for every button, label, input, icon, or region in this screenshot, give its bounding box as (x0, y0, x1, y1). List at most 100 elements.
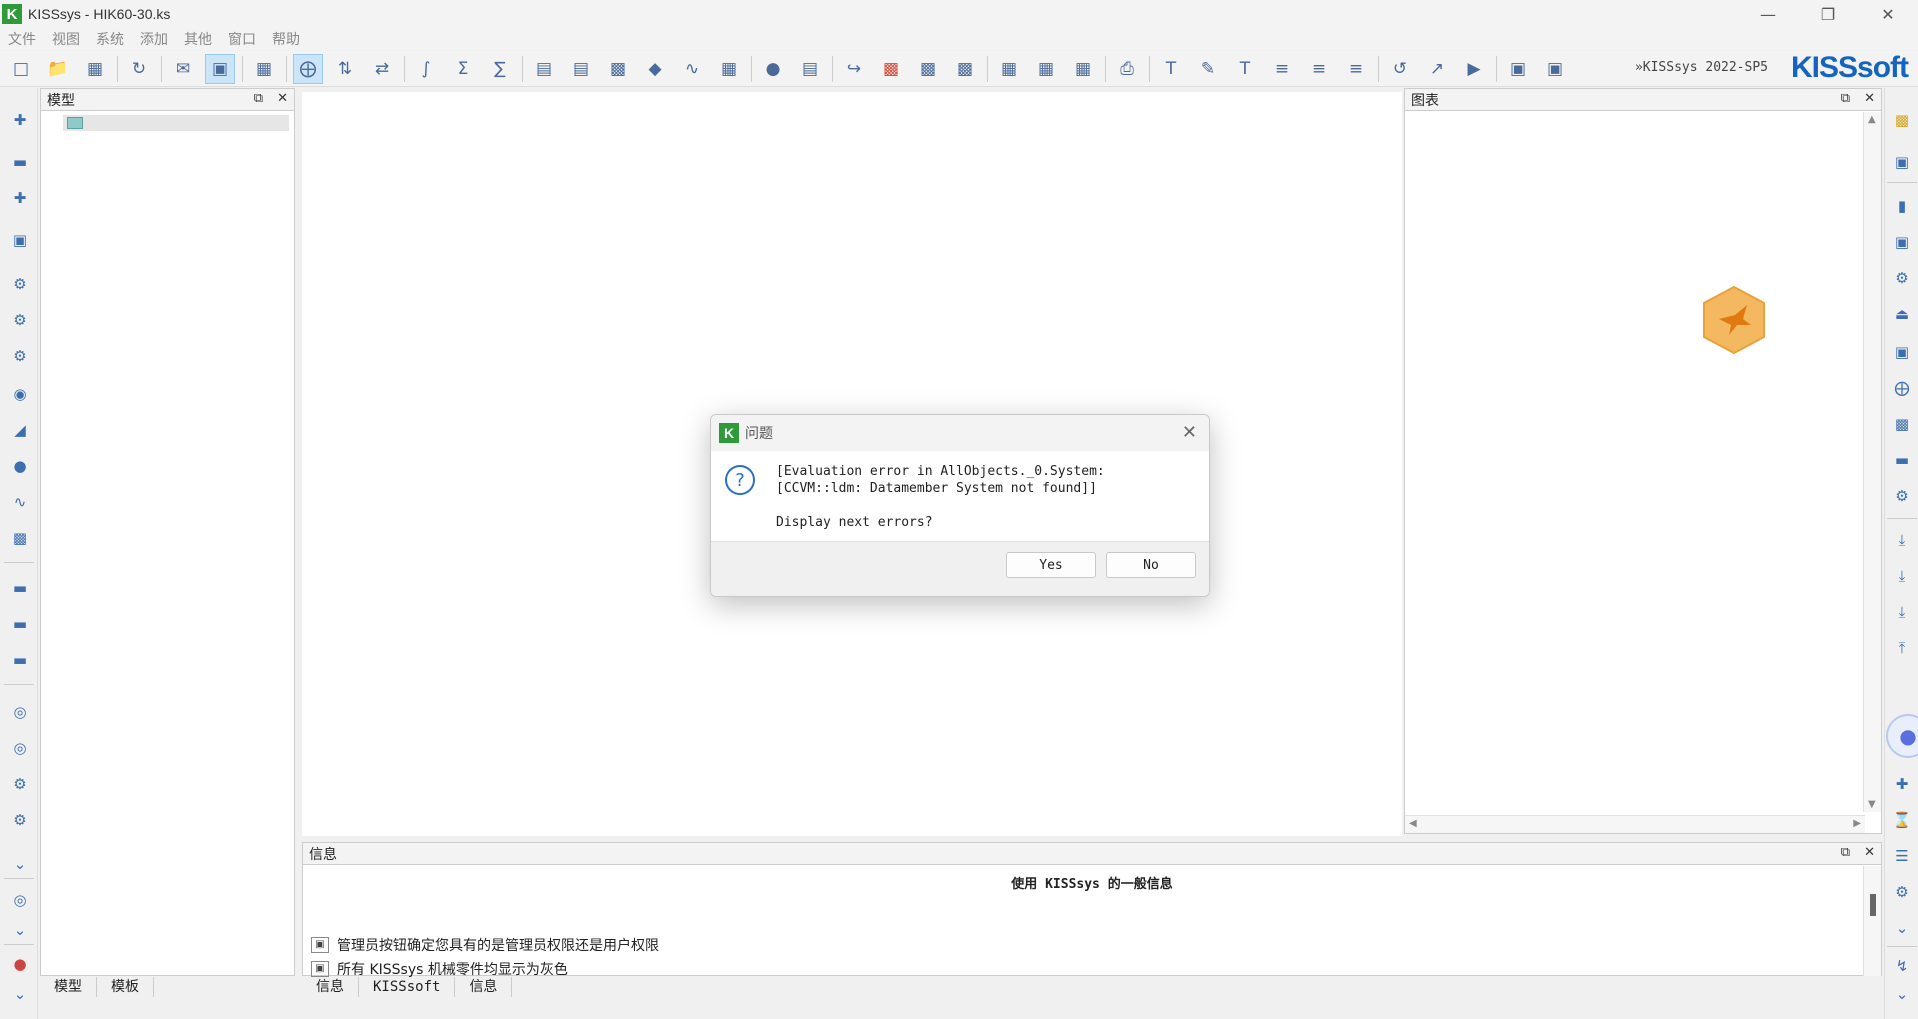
globe-icon[interactable]: ◉ (10, 384, 30, 404)
chart-sum-icon[interactable]: ▤ (566, 54, 596, 84)
maximize-button[interactable]: ❐ (1798, 0, 1858, 28)
clutch-icon[interactable]: ● (10, 456, 30, 476)
shaft-icon[interactable]: ▬ (10, 152, 30, 172)
expand-more-2-icon[interactable]: ⌄ (10, 920, 30, 940)
floating-assistant-button[interactable]: ● (1886, 714, 1918, 758)
link-icon[interactable]: ⇄ (367, 54, 397, 84)
tab-info[interactable]: 信息 (302, 977, 359, 997)
settings-gear-icon[interactable]: ⚙ (10, 774, 30, 794)
open-folder-icon[interactable]: 📁 (43, 54, 73, 84)
admin-lock-icon[interactable]: ▣ (205, 53, 235, 84)
planetary-icon[interactable]: ⚙ (10, 346, 30, 366)
coupling-icon[interactable]: ▬ (10, 578, 30, 598)
bird-badge-icon[interactable] (1701, 285, 1767, 355)
menu-window[interactable]: 窗口 (228, 29, 256, 49)
close-panel-icon[interactable]: ✕ (1864, 91, 1875, 106)
document-icon[interactable]: ▤ (795, 54, 825, 84)
copy-blocks-icon[interactable]: ▩ (913, 54, 943, 84)
menu-other[interactable]: 其他 (184, 29, 212, 49)
arrow-icon[interactable]: ↪ (839, 54, 869, 84)
mount-icon[interactable]: ▩ (1892, 414, 1912, 434)
text-icon[interactable]: T (1230, 54, 1260, 84)
menu-file[interactable]: 文件 (8, 29, 36, 49)
folder-icon[interactable]: ▩ (1892, 110, 1912, 130)
ring-2-icon[interactable]: ◎ (10, 738, 30, 758)
menu-add[interactable]: 添加 (140, 29, 168, 49)
record-icon[interactable]: ● (10, 954, 30, 974)
grid-add-icon[interactable]: ▦ (1031, 54, 1061, 84)
belt-icon[interactable]: ▬ (1892, 450, 1912, 470)
shaft-align-icon[interactable]: ⨁ (293, 53, 323, 84)
scale-bar-icon[interactable]: ▩ (10, 528, 30, 548)
ring-icon[interactable]: ◎ (10, 702, 30, 722)
axis-icon[interactable]: ⨁ (1892, 378, 1912, 398)
float-panel-icon[interactable]: ⧉ (1841, 845, 1850, 860)
close-button[interactable]: ✕ (1858, 0, 1918, 28)
gear-small-icon[interactable]: ⚙ (1892, 486, 1912, 506)
float-panel-icon[interactable]: ⧉ (254, 91, 263, 106)
stack-icon[interactable]: ☰ (1892, 846, 1912, 866)
yes-button[interactable]: Yes (1006, 552, 1096, 578)
update-icon[interactable]: ⇅ (330, 54, 360, 84)
align-center-icon[interactable]: ≡ (1304, 54, 1334, 84)
cube-view-icon[interactable]: ▣ (1540, 54, 1570, 84)
close-panel-icon[interactable]: ✕ (1864, 845, 1875, 860)
add-shaft-icon[interactable]: ✚ (10, 110, 30, 130)
gear-set-icon[interactable]: ⚙ (10, 310, 30, 330)
grid-edit-icon[interactable]: ▦ (1068, 54, 1098, 84)
dialog-close-icon[interactable]: ✕ (1182, 422, 1197, 443)
curve-icon[interactable]: ∿ (677, 54, 707, 84)
target-icon[interactable]: ◎ (10, 890, 30, 910)
bearing-icon[interactable]: ▣ (10, 230, 30, 250)
chart-horizontal-scrollbar[interactable]: ◀ ▶ (1405, 815, 1865, 833)
close-panel-icon[interactable]: ✕ (277, 91, 288, 106)
rotate-icon[interactable]: ↺ (1385, 54, 1415, 84)
calculator-icon[interactable]: ▦ (249, 54, 279, 84)
no-button[interactable]: No (1106, 552, 1196, 578)
mail-icon[interactable]: ✉ (168, 54, 198, 84)
menu-view[interactable]: 视图 (52, 29, 80, 49)
scale-icon[interactable]: ↗ (1422, 54, 1452, 84)
table-icon[interactable]: ▦ (714, 54, 744, 84)
cog-icon[interactable]: ⚙ (1892, 882, 1912, 902)
play-icon[interactable]: ▶ (1459, 54, 1489, 84)
align-right-icon[interactable]: ≡ (1341, 54, 1371, 84)
menu-help[interactable]: 帮助 (272, 29, 300, 49)
info-vertical-scrollbar[interactable] (1863, 866, 1881, 976)
shaft-add-icon[interactable]: ✚ (10, 188, 30, 208)
settings-gear-2-icon[interactable]: ⚙ (10, 810, 30, 830)
download-2-icon[interactable]: ⤓ (1892, 566, 1912, 586)
text-box-icon[interactable]: T (1156, 54, 1186, 84)
diamond-sum-icon[interactable]: ◆ (640, 54, 670, 84)
save-icon[interactable]: ▦ (80, 54, 110, 84)
chart-vertical-scrollbar[interactable]: ▲ ▼ (1863, 112, 1881, 812)
square-icon[interactable]: ▣ (1892, 342, 1912, 362)
tab-info-2[interactable]: 信息 (455, 977, 513, 997)
chart-icon[interactable]: ▤ (529, 54, 559, 84)
refresh-icon[interactable]: ↻ (124, 54, 154, 84)
eject-icon[interactable]: ⏏ (1892, 304, 1912, 324)
expand-more-icon[interactable]: ⌄ (10, 854, 30, 874)
scroll-thumb[interactable] (1870, 894, 1876, 916)
float-panel-icon[interactable]: ⧉ (1841, 91, 1850, 106)
cube-icon[interactable]: ▣ (1503, 54, 1533, 84)
download-icon[interactable]: ⤓ (1892, 530, 1912, 550)
grid-icon[interactable]: ▦ (994, 54, 1024, 84)
tab-templates[interactable]: 模板 (97, 977, 154, 997)
menu-system[interactable]: 系统 (96, 29, 124, 49)
export-icon[interactable]: ▩ (950, 54, 980, 84)
download-3-icon[interactable]: ⤓ (1892, 602, 1912, 622)
formula-icon[interactable]: ∫ (411, 54, 441, 84)
integral-icon[interactable]: ∑ (485, 54, 515, 84)
edit-text-icon[interactable]: ✎ (1193, 54, 1223, 84)
minimize-button[interactable]: — (1738, 0, 1798, 28)
new-file-icon[interactable]: □ (6, 54, 36, 84)
tab-model[interactable]: 模型 (40, 977, 97, 997)
spring-icon[interactable]: ∿ (10, 492, 30, 512)
wrench-icon[interactable]: ↯ (1892, 956, 1912, 976)
coupling-2-icon[interactable]: ▬ (10, 614, 30, 634)
box-icon[interactable]: ▣ (1892, 232, 1912, 252)
bracket-icon[interactable]: ▮ (1892, 196, 1912, 216)
tab-kisssoft[interactable]: KISSsoft (359, 977, 456, 997)
expand-more-icon[interactable]: ⌄ (1892, 918, 1912, 938)
